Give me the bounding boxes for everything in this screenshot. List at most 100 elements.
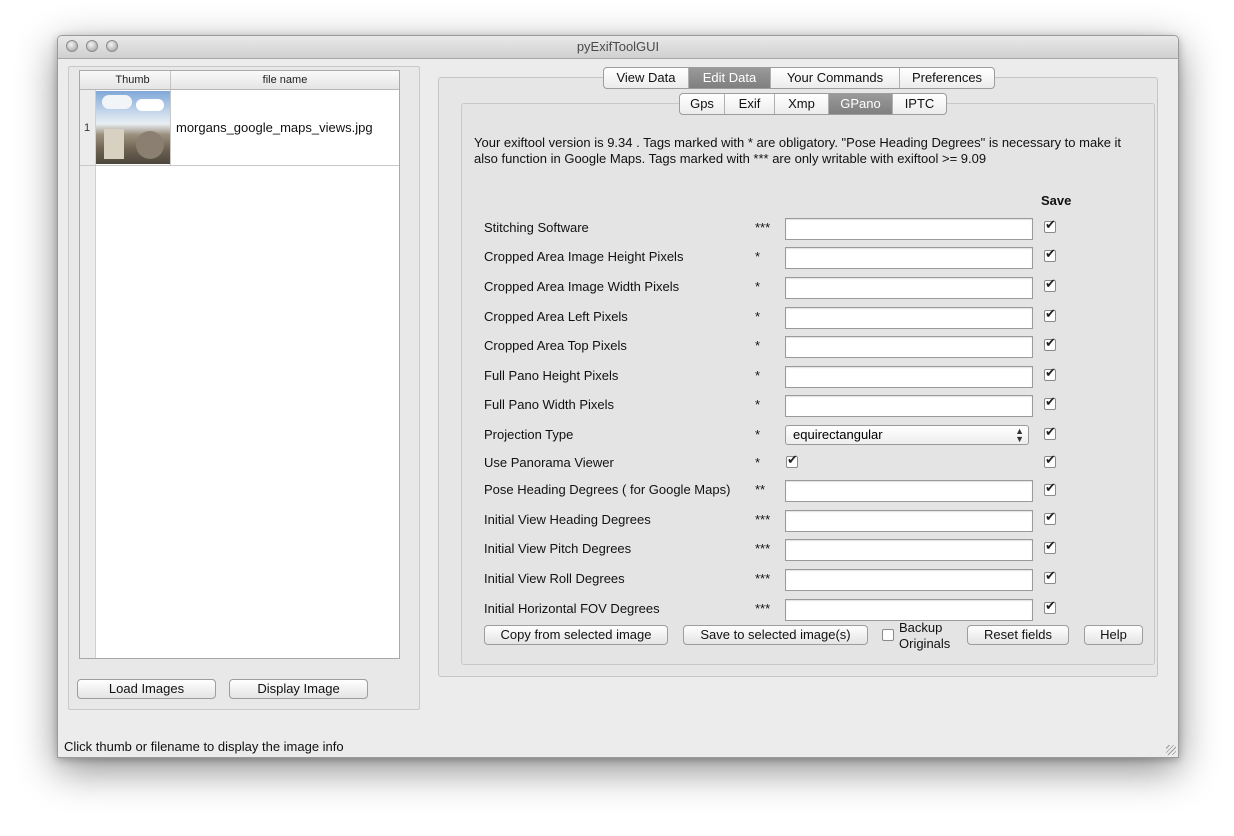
field-label-initial-horizontal-fov: Initial Horizontal FOV Degrees [484, 601, 660, 616]
backup-label-line2: Originals [899, 636, 951, 651]
backup-originals-checkbox[interactable] [882, 629, 894, 641]
field-label-initial-view-roll: Initial View Roll Degrees [484, 571, 625, 586]
save-checkbox-cropped-left[interactable] [1044, 307, 1056, 322]
file-name-cell[interactable]: morgans_google_maps_views.jpg [176, 120, 373, 135]
row-number-column [80, 90, 96, 658]
up-down-arrows-icon: ▲ ▼ [1015, 426, 1024, 444]
field-label-initial-view-heading: Initial View Heading Degrees [484, 512, 651, 527]
pose-heading-input[interactable] [785, 480, 1033, 502]
main-window: pyExifToolGUI Thumb file name 1 morgans_… [57, 35, 1179, 758]
field-label-cropped-height: Cropped Area Image Height Pixels [484, 249, 684, 264]
cloud-shape [136, 99, 164, 111]
save-checkbox-full-pano-height[interactable] [1044, 366, 1056, 381]
field-marker: * [755, 338, 761, 353]
cropped-top-input[interactable] [785, 336, 1033, 358]
cropped-height-input[interactable] [785, 247, 1033, 269]
rock-shape [136, 131, 164, 159]
image-table[interactable]: Thumb file name 1 morgans_google_maps_vi… [79, 70, 400, 659]
resize-grip-icon[interactable] [1166, 745, 1176, 755]
field-marker: ** [755, 482, 766, 497]
use-panorama-viewer-checkbox[interactable] [786, 453, 798, 468]
reset-fields-button[interactable]: Reset fields [967, 625, 1069, 645]
display-image-button[interactable]: Display Image [229, 679, 368, 699]
field-label-full-pano-width: Full Pano Width Pixels [484, 397, 615, 412]
initial-view-heading-input[interactable] [785, 510, 1033, 532]
initial-view-roll-input[interactable] [785, 569, 1033, 591]
tab-exif[interactable]: Exif [725, 94, 775, 114]
tab-iptc[interactable]: IPTC [893, 94, 946, 114]
save-checkbox-initial-view-pitch[interactable] [1044, 539, 1056, 554]
save-checkbox-cropped-width[interactable] [1044, 277, 1056, 292]
field-marker: * [755, 309, 761, 324]
help-button[interactable]: Help [1084, 625, 1143, 645]
save-checkbox-full-pano-width[interactable] [1044, 395, 1056, 410]
field-label-initial-view-pitch: Initial View Pitch Degrees [484, 541, 632, 556]
backup-label-line1: Backup [899, 620, 943, 635]
save-column-header: Save [1041, 193, 1072, 208]
column-header-filename[interactable]: file name [171, 74, 399, 86]
full-pano-width-input[interactable] [785, 395, 1033, 417]
projection-type-value: equirectangular [793, 427, 883, 442]
image-list-panel: Thumb file name 1 morgans_google_maps_vi… [68, 66, 420, 710]
field-marker: *** [755, 601, 771, 616]
building-shape [104, 129, 124, 159]
save-checkbox-stitching-software[interactable] [1044, 218, 1056, 233]
field-marker: * [755, 455, 761, 470]
row-number: 1 [84, 122, 91, 134]
projection-type-select[interactable]: equirectangular ▲ ▼ [785, 425, 1029, 445]
save-checkbox-initial-view-roll[interactable] [1044, 569, 1056, 584]
backup-originals-label: Backup Originals [899, 620, 950, 652]
save-checkbox-cropped-height[interactable] [1044, 247, 1056, 262]
tab-gps[interactable]: Gps [680, 94, 725, 114]
tab-gpano[interactable]: GPano [829, 94, 893, 114]
field-marker: *** [755, 541, 771, 556]
save-to-selected-images-button[interactable]: Save to selected image(s) [683, 625, 868, 645]
save-checkbox-initial-horizontal-fov[interactable] [1044, 599, 1056, 614]
tab-edit-data[interactable]: Edit Data [689, 68, 771, 88]
table-row[interactable]: 1 morgans_google_maps_views.jpg [80, 90, 399, 166]
field-marker: *** [755, 512, 771, 527]
field-marker: * [755, 249, 761, 264]
field-label-pose-heading: Pose Heading Degrees ( for Google Maps) [484, 482, 731, 497]
tab-your-commands[interactable]: Your Commands [771, 68, 900, 88]
initial-view-pitch-input[interactable] [785, 539, 1033, 561]
save-checkbox-pose-heading[interactable] [1044, 481, 1056, 496]
field-label-cropped-top: Cropped Area Top Pixels [484, 338, 627, 353]
field-label-stitching-software: Stitching Software [484, 220, 589, 235]
column-divider [170, 90, 171, 165]
cloud-shape [102, 95, 132, 109]
status-bar-text: Click thumb or filename to display the i… [64, 739, 344, 754]
field-marker: * [755, 368, 761, 383]
table-header: Thumb file name [80, 71, 399, 90]
main-tab-bar: View Data Edit Data Your Commands Prefer… [603, 67, 995, 89]
save-checkbox-use-panorama-viewer[interactable] [1044, 453, 1056, 468]
field-marker: * [755, 397, 761, 412]
tab-preferences[interactable]: Preferences [900, 68, 994, 88]
field-label-cropped-left: Cropped Area Left Pixels [484, 309, 628, 324]
tab-xmp[interactable]: Xmp [775, 94, 829, 114]
save-checkbox-cropped-top[interactable] [1044, 336, 1056, 351]
load-images-button[interactable]: Load Images [77, 679, 216, 699]
stitching-software-input[interactable] [785, 218, 1033, 240]
cropped-width-input[interactable] [785, 277, 1033, 299]
title-bar[interactable]: pyExifToolGUI [58, 36, 1178, 59]
cropped-left-input[interactable] [785, 307, 1033, 329]
full-pano-height-input[interactable] [785, 366, 1033, 388]
save-checkbox-initial-view-heading[interactable] [1044, 510, 1056, 525]
save-checkbox-projection-type[interactable] [1044, 425, 1056, 440]
field-label-use-panorama-viewer: Use Panorama Viewer [484, 455, 614, 470]
field-label-full-pano-height: Full Pano Height Pixels [484, 368, 619, 383]
initial-horizontal-fov-input[interactable] [785, 599, 1033, 621]
field-marker: *** [755, 571, 771, 586]
field-label-cropped-width: Cropped Area Image Width Pixels [484, 279, 680, 294]
exiftool-info-text: Your exiftool version is 9.34 . Tags mar… [474, 135, 1122, 166]
column-header-thumb[interactable]: Thumb [95, 74, 170, 86]
tab-view-data[interactable]: View Data [604, 68, 689, 88]
window-title: pyExifToolGUI [576, 39, 660, 54]
field-marker: *** [755, 220, 771, 235]
field-marker: * [755, 279, 761, 294]
sub-tab-bar: Gps Exif Xmp GPano IPTC [679, 93, 947, 115]
copy-from-selected-image-button[interactable]: Copy from selected image [484, 625, 668, 645]
image-thumbnail[interactable] [96, 91, 171, 164]
field-label-projection-type: Projection Type [484, 427, 574, 442]
